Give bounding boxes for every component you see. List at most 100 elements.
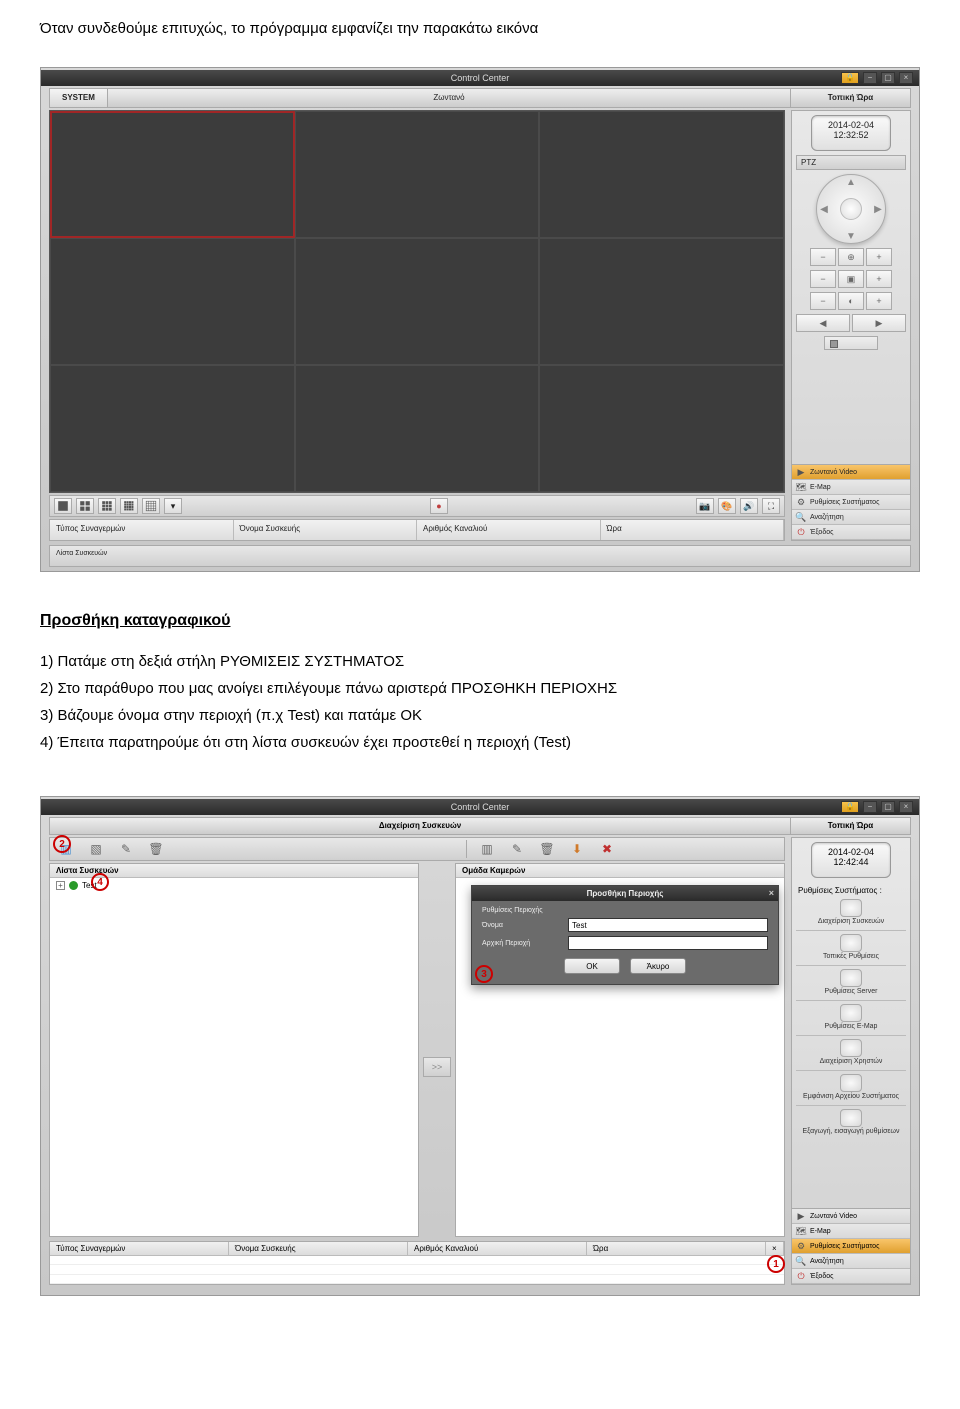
tab-live[interactable]: Ζωντανό [108,88,791,108]
settings-device-mgmt[interactable]: Διαχείριση Συσκευών [796,899,906,927]
menu-live-video[interactable]: ▶Ζωντανό Video [792,1209,910,1224]
layout-4-icon[interactable] [76,498,94,514]
video-cell[interactable] [50,111,295,238]
layout-16-icon[interactable] [120,498,138,514]
menu-emap[interactable]: 🗺E-Map [792,480,910,495]
ptz-down-icon[interactable]: ▼ [846,231,856,241]
menu-search[interactable]: 🔍Αναζήτηση [792,1254,910,1269]
settings-import-export[interactable]: Εξαγωγή, εισαγωγή ρυθμίσεων [796,1109,906,1137]
search-icon: 🔍 [796,512,806,522]
alarm-table: Τύπος Συναγερμών Όνομα Συσκευής Αριθμός … [49,1241,785,1285]
settings-item-label: Τοπικές Ρυθμίσεις [823,953,879,960]
parent-area-input[interactable] [568,936,768,950]
menu-search[interactable]: 🔍 Αναζήτηση [792,510,910,525]
settings-local[interactable]: Τοπικές Ρυθμίσεις [796,934,906,962]
video-cell[interactable] [539,238,784,365]
menu-label: Έξοδος [810,529,834,536]
settings-emap[interactable]: Ρυθμίσεις E-Map [796,1004,906,1032]
menu-system-settings[interactable]: ⚙Ρυθμίσεις Συστήματος [792,1239,910,1254]
window-titlebar: Control Center 🔒 − ▢ × [41,799,919,815]
video-cell[interactable] [50,365,295,492]
log-icon [840,1074,862,1092]
menu-exit[interactable]: ⏻Έξοδος [792,525,910,540]
import-icon[interactable]: ⬇ [567,840,587,858]
group-edit-icon[interactable]: ✎ [507,840,527,858]
menu-live-video[interactable]: ▶Ζωντανό Video [792,465,910,480]
preset-next-button[interactable]: ▶ [852,314,906,332]
video-cell[interactable] [539,365,784,492]
tab-device-management[interactable]: Διαχείριση Συσκευών [49,817,791,835]
col-device-name: Όνομα Συσκευής [234,520,418,540]
speed-slider[interactable] [824,336,878,350]
fullscreen-icon[interactable]: ⛶ [762,498,780,514]
menu-exit[interactable]: ⏻Έξοδος [792,1269,910,1284]
expand-icon[interactable]: + [56,881,65,890]
focus-in-button[interactable]: + [866,270,892,288]
settings-log[interactable]: Εμφάνιση Αρχείου Συστήματος [796,1074,906,1102]
remove-icon[interactable]: ✖ [597,840,617,858]
preset-prev-button[interactable]: ◀ [796,314,850,332]
palette-icon[interactable]: 🎨 [718,498,736,514]
lock-icon[interactable]: 🔒 [841,801,859,813]
maximize-icon[interactable]: ▢ [881,72,895,84]
lock-icon[interactable]: 🔒 [841,72,859,84]
window-title: Control Center [451,73,510,83]
video-cell[interactable] [295,111,540,238]
close-icon[interactable]: × [899,801,913,813]
step-item: 4) Έπειτα παρατηρούμε ότι στη λίστα συσκ… [40,729,920,756]
settings-server[interactable]: Ρυθμίσεις Server [796,969,906,997]
delete-icon[interactable]: 🗑 [146,840,166,858]
video-grid[interactable] [49,110,785,493]
zoom-out-button[interactable]: − [810,248,836,266]
tab-system[interactable]: SYSTEM [49,88,108,108]
ptz-left-icon[interactable]: ◀ [819,204,829,214]
clock-time: 12:32:52 [812,130,890,140]
ptz-right-icon[interactable]: ▶ [873,204,883,214]
video-cell[interactable] [50,238,295,365]
layout-1-icon[interactable] [54,498,72,514]
snapshot-icon[interactable]: 📷 [696,498,714,514]
table-row [50,1265,784,1274]
add-device-icon[interactable]: ▧ [86,840,106,858]
server-settings-icon [840,969,862,987]
layout-9-icon[interactable] [98,498,116,514]
name-input[interactable] [568,918,768,932]
minimize-icon[interactable]: − [863,72,877,84]
zoom-in-button[interactable]: + [866,248,892,266]
dialog-title-text: Προσθήκη Περιοχής [587,889,664,898]
step-item: 2) Στο παράθυρο που μας ανοίγει επιλέγου… [40,675,920,702]
menu-emap[interactable]: 🗺E-Map [792,1224,910,1239]
video-cell[interactable] [295,365,540,492]
video-cell[interactable] [539,111,784,238]
focus-out-button[interactable]: − [810,270,836,288]
layout-more-icon[interactable]: ▾ [164,498,182,514]
record-icon[interactable]: ● [430,498,448,514]
right-menu: ▶Ζωντανό Video 🗺E-Map ⚙Ρυθμίσεις Συστήμα… [791,1208,911,1285]
dialog-close-icon[interactable]: × [769,888,774,898]
ptz-up-icon[interactable]: ▲ [846,177,856,187]
group-add-icon[interactable]: ▥ [477,840,497,858]
iris-icon: ◐ [838,292,864,310]
audio-icon[interactable]: 🔊 [740,498,758,514]
maximize-icon[interactable]: ▢ [881,801,895,813]
edit-icon[interactable]: ✎ [116,840,136,858]
group-delete-icon[interactable]: 🗑 [537,840,557,858]
transfer-button[interactable]: >> [423,1057,451,1077]
ok-button[interactable]: OK [564,958,620,974]
close-icon[interactable]: × [899,72,913,84]
menu-system-settings[interactable]: ⚙Ρυθμίσεις Συστήματος [792,495,910,510]
menu-label: Αναζήτηση [810,514,844,521]
settings-users[interactable]: Διαχείριση Χρηστών [796,1039,906,1067]
ptz-center-icon[interactable] [840,198,862,220]
video-cell[interactable] [295,238,540,365]
play-icon: ▶ [796,467,806,477]
col-close-icon[interactable]: × [766,1242,784,1255]
iris-in-button[interactable]: + [866,292,892,310]
cancel-button[interactable]: Άκυρο [630,958,686,974]
iris-out-button[interactable]: − [810,292,836,310]
minimize-icon[interactable]: − [863,801,877,813]
ptz-wheel[interactable]: ▲ ▼ ◀ ▶ [816,174,886,244]
col-channel-number: Αριθμός Καναλιού [408,1242,587,1255]
layout-25-icon[interactable] [142,498,160,514]
map-icon: 🗺 [796,482,806,492]
